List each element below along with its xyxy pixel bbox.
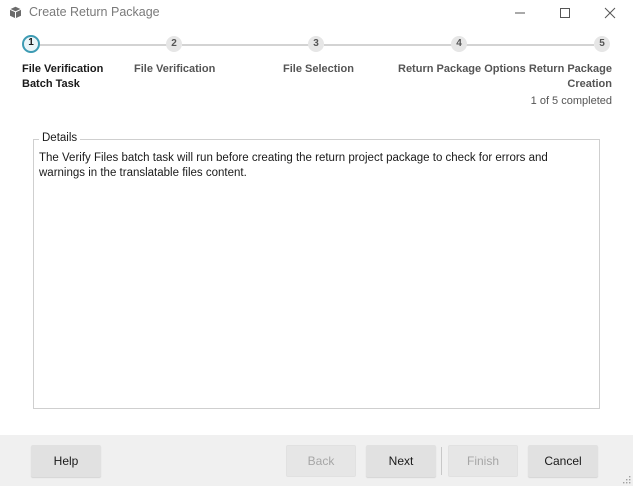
button-separator	[441, 447, 442, 475]
help-button[interactable]: Help	[31, 445, 101, 477]
step-1-label: File Verification Batch Task	[22, 62, 103, 92]
maximize-button[interactable]	[542, 0, 588, 26]
minimize-icon	[515, 12, 525, 14]
step-5-label-line2: Creation	[567, 78, 612, 90]
step-5-label-line1: Return Package	[528, 63, 612, 75]
step-connector	[40, 44, 168, 46]
back-button[interactable]: Back	[286, 445, 356, 477]
step-4-label: Return Package Options	[398, 63, 526, 75]
next-button[interactable]: Next	[366, 445, 436, 477]
step-1-indicator: 1	[22, 35, 40, 53]
details-description: The Verify Files batch task will run bef…	[39, 152, 548, 179]
step-3-label: File Selection	[283, 63, 354, 75]
step-4-indicator: 4	[451, 36, 467, 52]
step-1-label-line1: File Verification	[22, 63, 104, 75]
step-connector	[324, 44, 452, 46]
package-icon	[9, 6, 22, 19]
close-button[interactable]	[587, 0, 633, 26]
finish-button[interactable]: Finish	[448, 445, 518, 477]
cancel-button[interactable]: Cancel	[528, 445, 598, 477]
details-legend: Details	[39, 132, 81, 144]
step-5-label: Return Package Creation	[529, 62, 612, 92]
step-2-indicator: 2	[166, 36, 182, 52]
close-icon	[604, 7, 616, 19]
step-3-indicator: 3	[308, 36, 324, 52]
minimize-button[interactable]	[497, 0, 543, 26]
step-2-label: File Verification	[134, 63, 216, 75]
window-title: Create Return Package	[29, 5, 160, 19]
progress-status: 1 of 5 completed	[530, 95, 612, 107]
title-bar: Create Return Package	[0, 0, 633, 26]
resize-grip-icon[interactable]	[623, 476, 631, 484]
step-connector	[466, 44, 594, 46]
step-1-label-line2: Batch Task	[22, 78, 80, 90]
maximize-icon	[560, 8, 570, 18]
step-connector	[182, 44, 309, 46]
step-5-indicator: 5	[594, 36, 610, 52]
